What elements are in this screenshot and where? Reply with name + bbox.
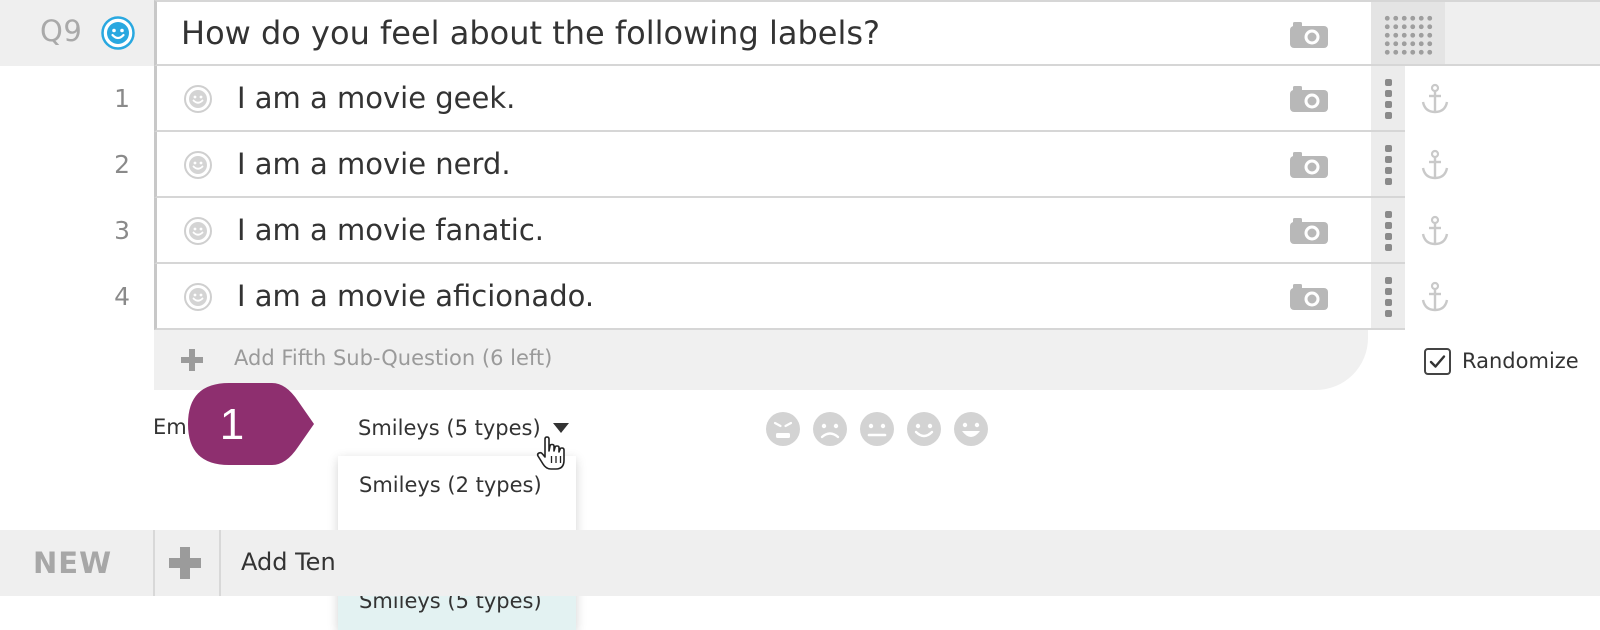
smiley-icon[interactable] (184, 85, 212, 113)
sub-question-number: 4 (114, 282, 130, 311)
step-callout-badge: 1 (188, 383, 314, 465)
anchor-icon[interactable] (1420, 281, 1450, 313)
camera-icon[interactable] (1289, 21, 1329, 49)
add-sub-question-button[interactable]: Add Fifth Sub-Question (6 left) (154, 330, 1368, 390)
sad-face-icon (813, 412, 847, 446)
camera-icon[interactable] (1289, 283, 1329, 311)
sub-question-number: 3 (114, 216, 130, 245)
sub-question-text: I am a movie fanatic. (237, 213, 544, 247)
happy-face-icon (907, 412, 941, 446)
camera-icon[interactable] (1289, 217, 1329, 245)
sub-question-row: 2 I am a movie nerd. (0, 132, 1600, 198)
camera-icon[interactable] (1289, 85, 1329, 113)
add-question-label[interactable]: Add Ten (241, 548, 336, 576)
smiley-icon[interactable] (184, 151, 212, 179)
divider (219, 530, 221, 596)
anchor-icon[interactable] (1420, 149, 1450, 181)
drag-handle[interactable] (1371, 198, 1405, 264)
sub-question-text: I am a movie geek. (237, 81, 516, 115)
randomize-checkbox[interactable] (1424, 347, 1451, 375)
question-title-field[interactable]: How do you feel about the following labe… (154, 0, 1371, 66)
plus-icon (181, 349, 203, 371)
angry-face-icon (766, 412, 800, 446)
question-title: How do you feel about the following labe… (181, 14, 880, 52)
divider (153, 530, 155, 596)
sub-question-field[interactable]: I am a movie aficionado. (154, 264, 1371, 330)
grid-icon (1383, 14, 1435, 58)
sub-question-field[interactable]: I am a movie nerd. (154, 132, 1371, 198)
smiley-icon[interactable] (184, 283, 212, 311)
question-number: Q9 (40, 14, 83, 48)
question-number-cell: Q9 (0, 0, 154, 66)
new-question-row: NEW Add Ten (0, 530, 1600, 596)
chevron-down-icon (552, 423, 569, 433)
sub-question-text: I am a movie aficionado. (237, 279, 595, 313)
randomize-label: Randomize (1462, 349, 1579, 373)
drag-handle[interactable] (1371, 132, 1405, 198)
camera-icon[interactable] (1289, 151, 1329, 179)
anchor-icon[interactable] (1420, 83, 1450, 115)
drag-handle[interactable] (1371, 66, 1405, 132)
checkmark-icon (1429, 354, 1446, 368)
neutral-face-icon (860, 412, 894, 446)
smiley-icon[interactable] (184, 217, 212, 245)
anchor-icon[interactable] (1420, 215, 1450, 247)
sub-question-row: 3 I am a movie fanatic. (0, 198, 1600, 264)
emoji-type-selected: Smileys (5 types) (358, 416, 541, 440)
new-badge: NEW (33, 546, 113, 580)
matrix-grid-button[interactable] (1371, 0, 1445, 66)
smiley-icon[interactable] (101, 16, 135, 50)
sub-question-field[interactable]: I am a movie geek. (154, 66, 1371, 132)
sub-question-row: 4 I am a movie aficionado. (0, 264, 1600, 330)
emoji-type-label: Em (153, 415, 187, 439)
add-sub-question-label: Add Fifth Sub-Question (6 left) (234, 346, 553, 370)
callout-number: 1 (220, 400, 244, 449)
sub-question-row: 1 I am a movie geek. (0, 66, 1600, 132)
sub-question-number: 2 (114, 150, 130, 179)
plus-icon[interactable] (169, 547, 201, 579)
sub-question-number: 1 (114, 84, 130, 113)
sub-question-field[interactable]: I am a movie fanatic. (154, 198, 1371, 264)
drag-handle[interactable] (1371, 264, 1405, 330)
sub-question-text: I am a movie nerd. (237, 147, 511, 181)
very-happy-face-icon (954, 412, 988, 446)
hand-cursor-icon (536, 436, 565, 470)
randomize-toggle[interactable]: Randomize (1424, 346, 1579, 376)
header-right-fill (1445, 0, 1600, 66)
smiley-preview (766, 412, 988, 446)
